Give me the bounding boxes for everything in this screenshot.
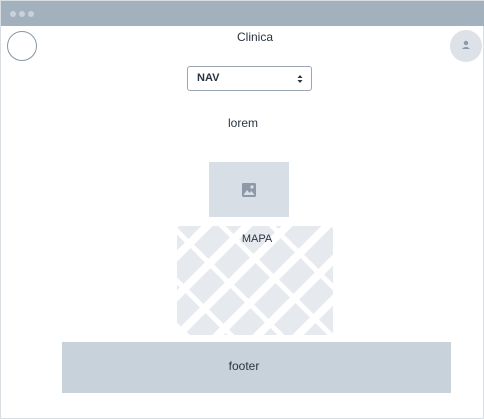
app-window: Clinica NAV lorem MAPA footer	[0, 0, 484, 419]
window-titlebar	[1, 1, 484, 26]
window-dot-minimize[interactable]	[19, 11, 25, 17]
user-icon	[462, 40, 470, 49]
window-dot-maximize[interactable]	[28, 11, 34, 17]
map[interactable]: MAPA	[177, 226, 333, 335]
nav-select-value: NAV	[197, 72, 220, 84]
map-label: MAPA	[241, 233, 273, 245]
image-placeholder	[209, 162, 289, 217]
footer: footer	[62, 342, 451, 393]
footer-label: footer	[228, 359, 260, 373]
page-title: Clinica	[236, 30, 273, 44]
nav-select[interactable]: NAV	[187, 66, 312, 91]
avatar[interactable]	[450, 30, 482, 62]
body-text: lorem	[227, 116, 258, 130]
image-icon	[242, 183, 256, 197]
updown-caret-icon	[297, 75, 303, 83]
window-dot-close[interactable]	[10, 11, 16, 17]
